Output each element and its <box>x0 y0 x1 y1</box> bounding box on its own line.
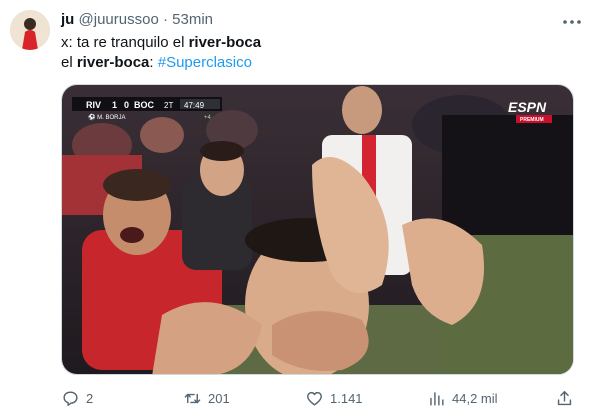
score-clock: 47:49 <box>184 101 205 110</box>
tweet-line-1: x: ta re tranquilo el river-boca <box>61 33 581 53</box>
hashtag-link[interactable]: #Superclasico <box>158 54 252 71</box>
tweet-line-2: el river-boca: #Superclasico <box>61 53 581 73</box>
tweet-header: ju @juurussoo · 53min <box>61 11 213 28</box>
line2-separator: : <box>149 54 158 71</box>
reply-count: 2 <box>86 390 94 406</box>
line2-prefix: el <box>61 54 77 71</box>
score-away-team: BOC <box>134 100 155 110</box>
like-button[interactable]: 1.141 <box>305 386 363 410</box>
like-count: 1.141 <box>330 390 363 406</box>
tweet-text: x: ta re tranquilo el river-boca el rive… <box>61 33 581 73</box>
score-home: 1 <box>112 100 117 110</box>
line2-keyword: river-boca <box>76 54 150 71</box>
repost-icon <box>184 393 201 403</box>
share-icon <box>557 390 572 405</box>
score-home-team: RIV <box>86 100 101 110</box>
views-icon <box>430 391 444 406</box>
reply-icon <box>63 390 78 406</box>
tweet-time[interactable]: 53min <box>172 11 213 28</box>
line1-prefix: x: ta re tranquilo el <box>61 34 189 51</box>
reply-button[interactable]: 2 <box>61 386 93 410</box>
line1-keyword: river-boca <box>188 34 262 51</box>
broadcaster-name: ESPN <box>508 99 547 115</box>
media-photo: RIV 1 0 BOC 2T 47:49 ⚽ M. BORJA +4 ESPN … <box>62 85 573 374</box>
views-count: 44,2 mil <box>452 390 498 406</box>
views-button[interactable]: 44,2 mil <box>427 386 498 410</box>
score-scorer: ⚽ M. BORJA <box>87 113 125 121</box>
more-button[interactable] <box>560 10 584 34</box>
repost-button[interactable]: 201 <box>183 386 230 410</box>
header-separator: · <box>162 11 168 28</box>
score-added-time: +4 <box>204 115 212 121</box>
score-away: 0 <box>124 100 129 110</box>
tweet-media[interactable]: RIV 1 0 BOC 2T 47:49 ⚽ M. BORJA +4 ESPN … <box>61 84 574 375</box>
action-bar: 2 201 1.141 44,2 mil <box>61 386 574 410</box>
avatar[interactable] <box>10 10 50 50</box>
like-icon <box>307 391 322 406</box>
share-button[interactable] <box>555 386 580 410</box>
author-handle[interactable]: @juurussoo <box>79 11 159 28</box>
more-icon <box>563 20 581 24</box>
score-period: 2T <box>164 101 173 110</box>
author-name[interactable]: ju <box>61 11 74 28</box>
broadcaster-tier: PREMIUM <box>520 117 544 123</box>
avatar-image <box>10 10 50 50</box>
repost-count: 201 <box>208 390 230 406</box>
